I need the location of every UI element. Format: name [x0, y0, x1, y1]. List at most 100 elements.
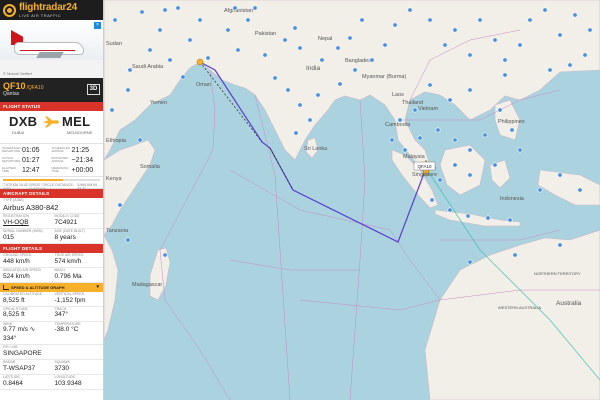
flight-callout[interactable]: QFA10: [413, 161, 436, 171]
aircraft-photo[interactable]: × © Marcel Seifert: [0, 20, 103, 78]
label-northern-territory: NORTHERN TERRITORY: [534, 271, 581, 276]
flight-details-header[interactable]: FLIGHT DETAILS: [0, 244, 103, 254]
label-tanzania: Tanzania: [106, 228, 129, 234]
aircraft-details: TYPE (A388) Airbus A380-842 REGISTRATION…: [0, 198, 103, 245]
true-air-speed-value: 574 km/h: [54, 257, 82, 265]
aircraft-type-value: Airbus A380-842: [3, 202, 59, 212]
label-australia: Australia: [556, 300, 582, 307]
label-saudi-arabia: Saudi Arabia: [132, 64, 164, 70]
label-yemen: Yemen: [150, 100, 167, 106]
time-label: SCHEDULED ARRIVAL: [51, 146, 71, 153]
label-bangladesh: Bangladesh: [345, 58, 374, 64]
progress-track: [3, 179, 100, 181]
time-value: +00:00: [71, 166, 94, 174]
origin-city: DUBAI: [12, 130, 25, 135]
track-value: 347°: [54, 311, 68, 319]
gps-altitude-value: 8,525 ft: [3, 311, 25, 319]
destination-code[interactable]: MEL: [62, 114, 90, 129]
fir-value: SINGAPORE: [3, 349, 42, 357]
label-vietnam: Vietnam: [418, 106, 438, 112]
label-kenya: Kenya: [106, 176, 123, 182]
progress-fill: [3, 179, 64, 181]
altitude-details: CALIBRATED ALTITUDE 8,525 ft VERTICAL SP…: [0, 292, 103, 391]
label-laos: Laos: [392, 92, 404, 98]
label-singapore: Singapore: [412, 172, 437, 178]
label-philippines: Philippines: [498, 119, 525, 125]
age-value: 8 years: [54, 233, 76, 241]
mode-s-value: 7C4921: [54, 218, 78, 226]
flight-icao: /QFA10: [26, 85, 44, 92]
airplane-icon: [42, 116, 59, 128]
flight-status-header[interactable]: FLIGHT STATUS: [0, 102, 103, 111]
indicated-air-speed-value: 524 km/h: [3, 272, 30, 280]
temperature-value: -38.0 °C: [54, 326, 79, 334]
flight-header: QF10/QFA10 Qantas 3D: [0, 78, 103, 102]
origin-code[interactable]: DXB: [9, 114, 37, 129]
progress-right: 3,964 KM IN 53:31: [77, 183, 97, 191]
time-row: ELAPSED TIME 12:47 REMAINING TIME +00:00: [2, 165, 101, 175]
route-summary: DXB DUBAI MEL MELBOURNE: [0, 111, 103, 144]
speed-altitude-graph-button[interactable]: SPEED & ALTITUDE GRAPH ▾: [0, 283, 103, 292]
time-label: ELAPSED TIME: [2, 166, 16, 173]
graph-label: SPEED & ALTITUDE GRAPH: [11, 285, 65, 290]
label-somalia: Somalia: [140, 164, 161, 170]
time-value: ~21:34: [71, 156, 94, 164]
label-afghanistan: Afghanistan: [224, 8, 253, 14]
flight-tag-label: QFA10: [417, 164, 432, 169]
wind-value: 9.77 m/s ∿ 334°: [3, 326, 36, 342]
airport-dxb-marker[interactable]: [196, 58, 204, 66]
close-icon[interactable]: ×: [94, 22, 101, 29]
photo-credit[interactable]: © Marcel Seifert: [3, 71, 32, 76]
radar-value: T-WSAP37: [3, 364, 36, 372]
logo-tagline: LIVE AIR TRAFFIC: [19, 12, 62, 18]
flight-progress: 7,075 KM 10:42 AGO GREAT CIRCLE DISTANCE…: [0, 177, 103, 191]
calibrated-altitude-value: 8,525 ft: [3, 296, 25, 304]
flight-details: GROUND SPEED 448 km/h TRUE AIR SPEED 574…: [0, 253, 103, 283]
logo-text[interactable]: flightradar24: [19, 2, 77, 13]
destination-city: MELBOURNE: [67, 130, 93, 135]
logo-bar: flightradar24 LIVE AIR TRAFFIC: [0, 0, 103, 20]
time-value: 21:25: [71, 146, 90, 154]
label-malaysia: Malaysia: [403, 154, 426, 160]
ground-speed-value: 448 km/h: [3, 257, 30, 265]
calibrated-altitude-label: CALIBRATED ALTITUDE: [3, 292, 43, 296]
view-3d-button[interactable]: 3D: [87, 84, 100, 95]
progress-left: 7,075 KM 10:42 AGO: [3, 183, 28, 191]
squawk-value: 3730: [54, 364, 69, 372]
graph-icon: [3, 285, 9, 290]
chevron-down-icon: ▾: [96, 284, 99, 290]
label-sri-lanka: Sri Lanka: [304, 146, 328, 152]
label-sudan: Sudan: [106, 41, 122, 47]
label-nepal: Nepal: [318, 36, 332, 42]
serial-value: 015: [3, 233, 14, 241]
time-value: 01:05: [22, 146, 40, 154]
label-western-australia: WESTERN AUSTRALIA: [498, 305, 541, 310]
mach-value: 0.796 Ma: [54, 272, 82, 280]
vertical-speed-value: -1,152 fpm: [54, 296, 86, 304]
time-value: 01:27: [22, 156, 40, 164]
airline-name[interactable]: Qantas: [3, 92, 43, 98]
zoom-controls[interactable]: [590, 0, 600, 28]
label-india: India: [306, 65, 320, 72]
time-label: REMAINING TIME: [51, 166, 69, 173]
longitude-value: 103.9348: [54, 379, 82, 387]
time-row: SCHEDULED DEPARTURE 01:05 SCHEDULED ARRIV…: [2, 145, 101, 155]
time-label: SCHEDULED DEPARTURE: [2, 146, 21, 153]
time-value: 12:47: [22, 166, 40, 174]
label-myanmar: Myanmar (Burma): [362, 74, 406, 80]
time-label: ACTUAL DEPARTURE: [2, 156, 21, 163]
label-ethiopia: Ethiopia: [106, 138, 127, 144]
label-pakistan: Pakistan: [255, 31, 276, 37]
label-indonesia: Indonesia: [500, 196, 525, 202]
schedule-times: SCHEDULED DEPARTURE 01:05 SCHEDULED ARRIV…: [0, 144, 103, 177]
time-row: ACTUAL DEPARTURE 01:27 ESTIMATED ARRIVAL ~…: [2, 155, 101, 165]
registration-link[interactable]: VH-OQB: [3, 219, 49, 227]
latitude-value: 0.8464: [3, 379, 23, 387]
radar-icon: [3, 3, 16, 17]
progress-distance: GREAT CIRCLE DISTANCE: 11,645 KM: [28, 183, 74, 191]
label-cambodia: Cambodia: [385, 122, 411, 128]
label-madagascar: Madagascar: [132, 282, 162, 288]
label-oman: Oman: [196, 82, 211, 88]
flight-info-panel: flightradar24 LIVE AIR TRAFFIC × © Marce…: [0, 0, 104, 400]
time-label: ESTIMATED ARRIVAL: [51, 156, 69, 163]
